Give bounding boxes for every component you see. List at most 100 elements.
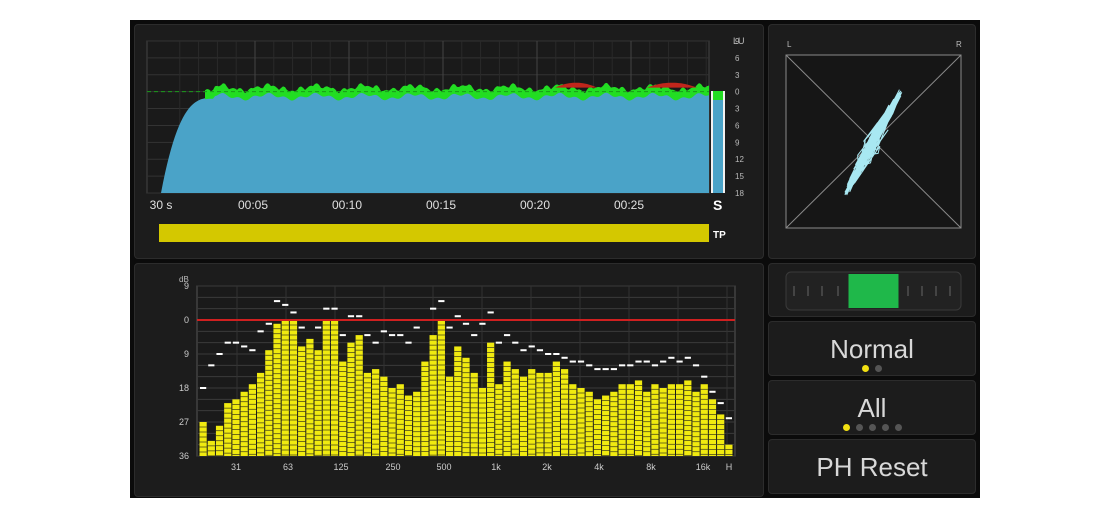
spectrum-peak-hold [200, 387, 207, 389]
spectrum-bar [585, 391, 593, 456]
time-axis-label: 30 s [150, 198, 173, 212]
spectrum-peak-hold [249, 349, 256, 352]
spectrum-bar [306, 338, 314, 456]
spectrum-bar [355, 335, 363, 456]
spectrum-x-tick-label: 8k [646, 462, 656, 472]
spectrum-bar [240, 391, 248, 456]
spectrum-bar [651, 384, 659, 456]
spectrum-bar [684, 380, 692, 456]
spectrum-x-tick-labels: 31 63 125 250 500 1k 2k 4k 8k 16k H [231, 462, 732, 472]
spectrum-x-tick-label: H [726, 462, 733, 472]
spectrum-bar [257, 372, 265, 456]
spectrum-x-tick-label: 16k [696, 462, 711, 472]
spectrum-bar [248, 384, 257, 456]
spectrum-peak-hold [208, 364, 215, 367]
spectrum-peak-hold [512, 341, 519, 344]
spectrum-peak-hold [651, 364, 659, 367]
spectrum-peak-hold [528, 345, 535, 348]
spectrum-bar [626, 384, 634, 456]
vectorscope-panel: L R [768, 24, 976, 259]
spectrum-peak-hold [660, 360, 667, 363]
spectrum-bar [437, 320, 445, 456]
meter-frame: LU 9 6 3 0 3 6 9 12 15 18 30 s 00:05 00:10 00:15 00:2… [130, 20, 980, 498]
left-channel-label: L [787, 40, 792, 49]
vectorscope-display: L R [785, 40, 962, 229]
spectrum-peak-hold [413, 326, 420, 329]
channel-button-label: All [857, 393, 887, 423]
spectrum-peak-hold [495, 341, 502, 344]
channel-page-dot [855, 424, 863, 431]
spectrum-peak-hold [265, 322, 272, 325]
lu-scale-label: 0 [735, 88, 740, 97]
balance-indicator [848, 274, 899, 308]
lu-scale-label: 6 [735, 121, 740, 130]
spectrum-peak-hold [462, 322, 470, 325]
spectrum-peak-hold [454, 315, 461, 318]
spectrum-bar [675, 384, 684, 456]
spectrum-y-tick-label: 0 [184, 315, 189, 325]
spectrum-peak-hold [364, 334, 371, 337]
spectrum-bar [536, 372, 544, 456]
spectrum-bar [363, 372, 372, 456]
true-peak-bar [159, 224, 709, 242]
spectrum-bar [347, 342, 355, 456]
lu-scale-label: 3 [735, 71, 740, 80]
peak-hold-reset-button[interactable]: PH Reset [768, 439, 976, 494]
mode-page-dot [875, 365, 882, 372]
short-term-level [713, 91, 723, 100]
spectrum-bar [593, 399, 602, 456]
channel-page-dot [842, 424, 850, 431]
spectrum-y-tick-label: 9 [184, 281, 189, 291]
lu-scale-label: 9 [735, 37, 740, 46]
spectrum-peak-hold [241, 345, 248, 348]
spectrum-peak-hold [536, 349, 544, 352]
spectrum-peak-hold [553, 353, 560, 355]
spectrum-bar [634, 380, 643, 456]
channel-page-dots [769, 424, 975, 431]
spectrum-peak-hold [520, 349, 527, 352]
balance-meter-panel [768, 263, 976, 317]
spectrum-bar [700, 384, 708, 456]
time-axis-label: 00:20 [520, 198, 550, 212]
spectrum-bar [413, 391, 421, 456]
spectrum-peak-hold [290, 311, 297, 314]
spectrum-bar [528, 369, 536, 456]
spectrum-peak-hold [298, 326, 305, 329]
spectrum-peak-hold [380, 330, 387, 333]
spectrum-x-tick-label: 125 [333, 462, 348, 472]
spectrum-peak-hold [224, 341, 231, 344]
spectrum-peak-hold [216, 353, 223, 355]
lu-scale-label: 12 [735, 155, 744, 164]
spectrum-peak-hold [627, 364, 634, 367]
spectrum-x-tick-label: 500 [436, 462, 451, 472]
channel-button[interactable]: All [768, 380, 976, 435]
spectrum-peak-hold [339, 334, 346, 337]
spectrum-peak-hold [561, 356, 568, 359]
spectrum-peak-hold [594, 368, 601, 371]
spectrum-peak-hold [618, 364, 626, 367]
true-peak-label: TP [713, 230, 726, 241]
spectrum-bar [569, 384, 577, 456]
spectrum-peak-hold [586, 364, 593, 367]
spectrum-y-tick-labels: 9 0 9 18 27 36 [179, 281, 189, 461]
spectrum-bar [725, 444, 733, 456]
spectrum-y-tick-label: 27 [179, 417, 189, 427]
spectrum-peak-hold [257, 330, 264, 333]
spectrum-bar [322, 320, 330, 456]
spectrum-peak-hold [684, 356, 691, 359]
time-axis-label: 00:15 [426, 198, 456, 212]
spectrum-peak-hold [388, 334, 396, 337]
lu-scale-label: 18 [735, 189, 744, 198]
spectrum-analyzer-panel: dB 9 0 9 18 27 36 31 63 125 250 500 1k 2k 4k 8k 16k H [134, 263, 764, 497]
spectrum-peak-hold [347, 315, 355, 318]
loudness-fill-area [161, 91, 709, 193]
spectrum-bar [380, 376, 388, 456]
lu-scale-label: 15 [735, 172, 744, 181]
spectrum-bar [692, 391, 700, 456]
spectrum-y-tick-label: 18 [179, 383, 189, 393]
spectrum-x-tick-label: 1k [491, 462, 501, 472]
spectrum-peak-hold [709, 390, 716, 393]
spectrum-peak-hold [430, 307, 437, 310]
time-axis-label: 00:25 [614, 198, 644, 212]
mode-button[interactable]: Normal [768, 321, 976, 376]
